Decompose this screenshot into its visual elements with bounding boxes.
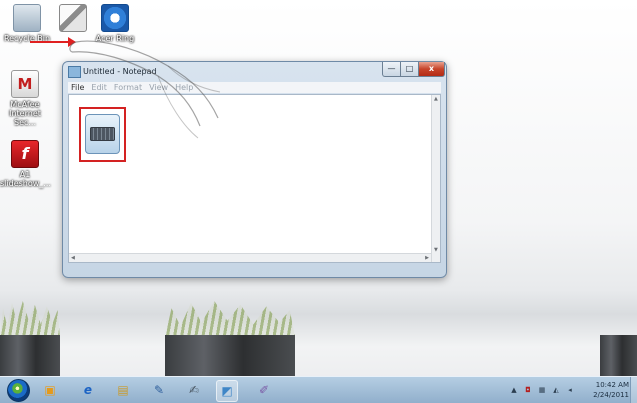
windows-media-center-icon[interactable]: ▣ [40,380,60,400]
application-icon [59,4,87,32]
desktop-icon-a1-slideshow[interactable]: f A1 slideshow_... [0,140,51,188]
show-hidden-icons-icon[interactable]: ▲ [510,386,518,394]
taskbar: ▣ e ▤ ✎ ✍ ◩ ✐ ▲ ◘ ▦ ◭ ◂ 10:42 AM 2/24/20… [0,376,637,403]
clock-date[interactable]: 2/24/2011 [589,391,629,399]
scroll-up-arrow-icon[interactable]: ▲ [434,96,438,102]
close-button[interactable]: x [418,62,445,77]
menu-help[interactable]: Help [175,82,193,93]
annotation-arrow-line [30,41,70,43]
windows-explorer-icon[interactable]: ▤ [113,380,133,400]
clock-time[interactable]: 10:42 AM [589,381,629,389]
maximize-button[interactable]: □ [400,62,419,77]
background-grass-center [165,301,295,337]
horizontal-scrollbar[interactable]: ◀ ▶ [69,253,431,262]
notepad-window[interactable]: Untitled - Notepad — □ x File Edit Format V… [62,61,447,278]
desktop-icon-mcafee[interactable]: M McAfee Internet Sec... [0,70,50,127]
background-grass-left [0,301,60,337]
sticky-notes-icon[interactable]: ◩ [216,380,238,402]
menu-edit[interactable]: Edit [91,82,107,93]
menu-view[interactable]: View [149,82,168,93]
handwriting-icon[interactable]: ✍ [184,380,204,400]
keyboard-highlight-box [79,107,126,162]
desktop-icon-label: A1 slideshow_... [0,170,51,188]
annotation-arrow-head [68,37,76,47]
recycle-bin-icon [13,4,41,32]
acer-ring-icon [101,4,129,32]
scroll-right-arrow-icon[interactable]: ▶ [425,255,429,261]
flash-icon: f [11,140,39,168]
minimize-button[interactable]: — [382,62,401,77]
paintbrush-icon[interactable]: ✐ [254,380,274,400]
power-icon[interactable]: ◭ [552,386,560,394]
background-pot-center [165,335,295,377]
on-screen-keyboard-button[interactable] [85,114,120,154]
status-bar [68,265,441,275]
notepad-icon [68,66,81,78]
background-pot-left [0,335,60,377]
vertical-scrollbar[interactable]: ▲ ▼ [431,95,440,262]
scroll-down-arrow-icon[interactable]: ▼ [434,247,438,253]
paint-icon[interactable]: ✎ [149,380,169,400]
title-bar[interactable]: Untitled - Notepad — □ x [63,62,446,80]
mcafee-icon: M [11,70,39,98]
window-title: Untitled - Notepad [83,67,157,76]
mcafee-tray-icon[interactable]: ◘ [524,386,532,394]
menu-file[interactable]: File [71,82,84,93]
desktop-icon-label: Acer Ring [95,34,135,43]
menu-bar: File Edit Format View Help [68,82,441,93]
on-screen-keyboard-icon [90,127,115,141]
show-desktop-button[interactable] [630,377,637,403]
background-pot-right [600,335,637,377]
scroll-left-arrow-icon[interactable]: ◀ [71,255,75,261]
network-icon[interactable]: ▦ [538,386,546,394]
desktop-icon-label: McAfee Internet Sec... [9,100,41,127]
start-button[interactable] [7,379,30,402]
internet-explorer-icon[interactable]: e [78,380,98,400]
volume-icon[interactable]: ◂ [566,386,574,394]
desktop-icon-acer-ring[interactable]: Acer Ring [90,4,140,43]
menu-format[interactable]: Format [114,82,142,93]
desktop-icon-recycle-bin[interactable]: Recycle Bin [2,4,52,43]
